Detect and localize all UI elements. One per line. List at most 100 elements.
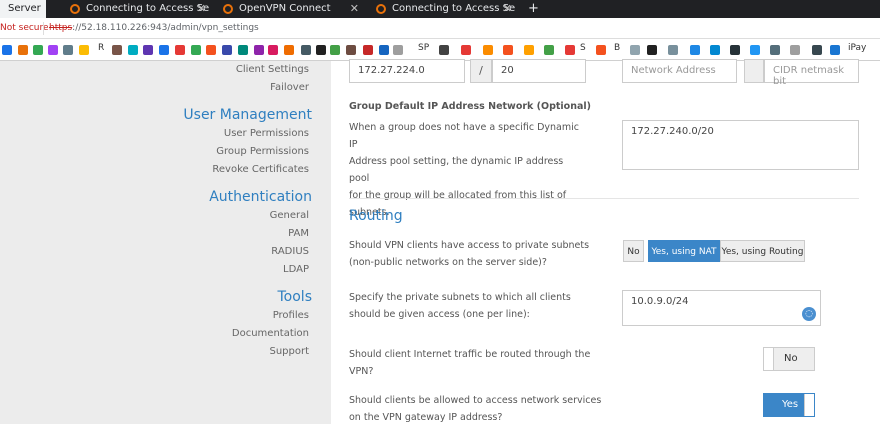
tab-openvpn-connect[interactable]: OpenVPN Connect ✕ bbox=[215, 0, 365, 18]
bookmark-b[interactable]: B bbox=[614, 43, 620, 53]
private-subnets-value: 10.0.9.0/24 bbox=[631, 296, 689, 307]
bookmark-icon[interactable] bbox=[770, 45, 780, 55]
divider bbox=[43, 22, 44, 35]
tab-connecting-1[interactable]: Connecting to Access Se ✕ bbox=[62, 0, 212, 18]
bookmark-icon[interactable] bbox=[316, 45, 326, 55]
bookmark-icon[interactable] bbox=[63, 45, 73, 55]
sidebar-item-support[interactable]: Support bbox=[269, 346, 309, 357]
bookmark-icon[interactable] bbox=[79, 45, 89, 55]
gateway-access-question: Should clients be allowed to access netw… bbox=[349, 392, 609, 426]
sidebar-item-group-permissions[interactable]: Group Permissions bbox=[216, 146, 309, 157]
chat-icon[interactable]: ◌ bbox=[802, 307, 816, 321]
sidebar-item-radius[interactable]: RADIUS bbox=[271, 246, 309, 257]
bookmark-s[interactable]: S bbox=[580, 43, 586, 53]
bookmark-icon[interactable] bbox=[503, 45, 513, 55]
not-secure-label[interactable]: Not secure bbox=[0, 18, 49, 39]
bookmark-icon[interactable] bbox=[346, 45, 356, 55]
bookmark-icon[interactable] bbox=[730, 45, 740, 55]
bookmark-icon[interactable] bbox=[596, 45, 606, 55]
bookmark-icon[interactable] bbox=[710, 45, 720, 55]
github-icon[interactable] bbox=[647, 45, 657, 55]
internet-traffic-toggle[interactable]: No bbox=[763, 347, 815, 371]
bookmark-icon[interactable] bbox=[301, 45, 311, 55]
sidebar-item-documentation[interactable]: Documentation bbox=[232, 328, 309, 339]
bookmark-icon[interactable] bbox=[483, 45, 493, 55]
bookmark-icon[interactable] bbox=[175, 45, 185, 55]
address-bar[interactable]: Not secure https://52.18.110.226:943/adm… bbox=[0, 18, 880, 39]
question-line: Should clients be allowed to access netw… bbox=[349, 395, 602, 406]
sidebar-item-general[interactable]: General bbox=[270, 210, 309, 221]
network-address-input[interactable]: 172.27.224.0 bbox=[349, 59, 465, 83]
bookmark-icon[interactable] bbox=[143, 45, 153, 55]
section-divider bbox=[349, 198, 859, 199]
bookmark-icon[interactable] bbox=[830, 45, 840, 55]
new-netmask-input[interactable]: CIDR netmask bit bbox=[764, 59, 859, 87]
bookmark-icon[interactable] bbox=[112, 45, 122, 55]
bookmark-icon[interactable] bbox=[330, 45, 340, 55]
bookmark-icon[interactable] bbox=[565, 45, 575, 55]
bookmark-icon[interactable] bbox=[393, 45, 403, 55]
openvpn-icon bbox=[70, 4, 80, 14]
netmask-input[interactable]: 20 bbox=[492, 59, 586, 83]
bookmark-icon[interactable] bbox=[461, 45, 471, 55]
option-yes-routing[interactable]: Yes, using Routing bbox=[720, 240, 805, 262]
close-tab-icon[interactable]: ✕ bbox=[503, 0, 512, 18]
sidebar-item-ldap[interactable]: LDAP bbox=[283, 264, 309, 275]
bookmark-icon[interactable] bbox=[524, 45, 534, 55]
bookmark-icon[interactable] bbox=[238, 45, 248, 55]
bookmark-icon[interactable] bbox=[206, 45, 216, 55]
sidebar-item-revoke-certificates[interactable]: Revoke Certificates bbox=[212, 164, 309, 175]
question-line: on the VPN gateway IP address? bbox=[349, 412, 503, 423]
sidebar-item-failover[interactable]: Failover bbox=[270, 82, 309, 93]
new-network-address-input[interactable]: Network Address bbox=[622, 59, 737, 83]
option-no[interactable]: No bbox=[623, 240, 644, 262]
bookmark-icon[interactable] bbox=[2, 45, 12, 55]
description-line: When a group does not have a specific Dy… bbox=[349, 122, 579, 150]
url-text[interactable]: https://52.18.110.226:943/admin/vpn_sett… bbox=[49, 18, 259, 39]
slash-separator bbox=[744, 59, 764, 83]
bookmark-icon[interactable] bbox=[33, 45, 43, 55]
bookmark-icon[interactable] bbox=[790, 45, 800, 55]
bookmark-icon[interactable] bbox=[544, 45, 554, 55]
bookmark-icon[interactable] bbox=[222, 45, 232, 55]
bookmark-r[interactable]: R bbox=[98, 43, 104, 53]
bookmark-icon[interactable] bbox=[379, 45, 389, 55]
gateway-access-toggle[interactable]: Yes bbox=[763, 393, 815, 417]
bookmark-sp[interactable]: SP bbox=[418, 43, 429, 53]
tab-server[interactable]: Server bbox=[0, 0, 46, 18]
private-access-question: Should VPN clients have access to privat… bbox=[349, 237, 609, 271]
bookmark-icon[interactable] bbox=[18, 45, 28, 55]
close-tab-icon[interactable]: ✕ bbox=[197, 0, 206, 18]
network-address-placeholder: Network Address bbox=[631, 65, 716, 76]
bookmark-icon[interactable] bbox=[668, 45, 678, 55]
bookmark-icon[interactable] bbox=[254, 45, 264, 55]
sidebar-item-user-permissions[interactable]: User Permissions bbox=[224, 128, 309, 139]
bookmark-icon[interactable] bbox=[159, 45, 169, 55]
group-default-subnets-textarea[interactable]: 172.27.240.0/20 bbox=[622, 120, 859, 170]
bookmark-icon[interactable] bbox=[630, 45, 640, 55]
bookmark-icon[interactable] bbox=[191, 45, 201, 55]
bookmark-icon[interactable] bbox=[48, 45, 58, 55]
tab-connecting-2[interactable]: Connecting to Access Se ✕ bbox=[368, 0, 518, 18]
bookmark-icon[interactable] bbox=[690, 45, 700, 55]
option-yes-nat[interactable]: Yes, using NAT bbox=[648, 240, 720, 262]
bookmark-icon[interactable] bbox=[439, 45, 449, 55]
bookmark-icon[interactable] bbox=[284, 45, 294, 55]
bookmark-icon[interactable] bbox=[363, 45, 373, 55]
close-tab-icon[interactable]: ✕ bbox=[350, 0, 359, 18]
sidebar-item-pam[interactable]: PAM bbox=[288, 228, 309, 239]
sidebar-item-client-settings[interactable]: Client Settings bbox=[236, 64, 309, 75]
bookmark-icon[interactable] bbox=[750, 45, 760, 55]
tab-title: Server bbox=[8, 3, 41, 14]
routing-heading: Routing bbox=[349, 208, 403, 224]
group-default-description: When a group does not have a specific Dy… bbox=[349, 119, 586, 221]
sidebar-item-profiles[interactable]: Profiles bbox=[273, 310, 309, 321]
openvpn-icon bbox=[223, 4, 233, 14]
new-tab-button[interactable]: + bbox=[528, 0, 539, 18]
bookmark-icon[interactable] bbox=[268, 45, 278, 55]
bookmark-icon[interactable] bbox=[812, 45, 822, 55]
bookmark-icon[interactable] bbox=[128, 45, 138, 55]
private-subnets-textarea[interactable]: 10.0.9.0/24 bbox=[622, 290, 821, 326]
bookmark-ipay[interactable]: iPay bbox=[848, 43, 866, 53]
admin-sidebar: Client Settings Failover User Management… bbox=[0, 61, 331, 424]
